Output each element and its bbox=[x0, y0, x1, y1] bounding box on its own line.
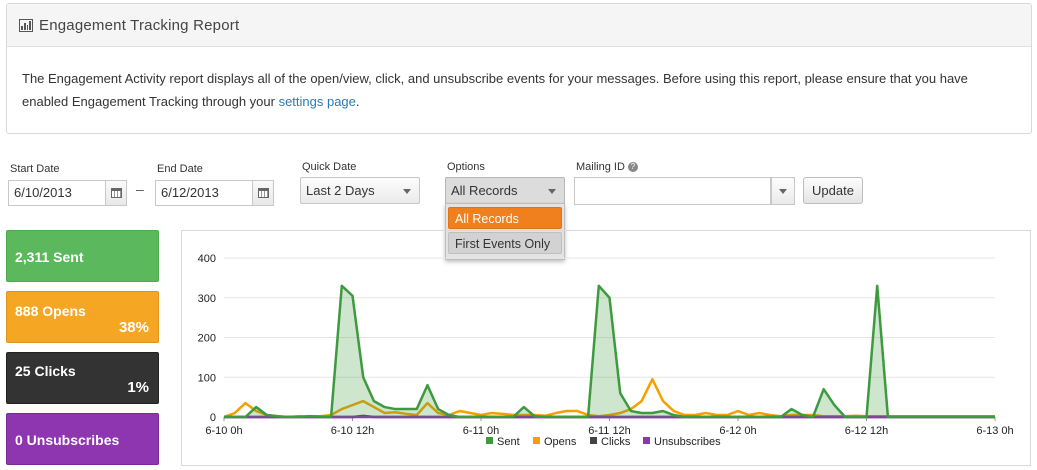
quick-date-value: Last 2 Days bbox=[306, 183, 375, 198]
stat-unsubscribes: 0 Unsubscribes bbox=[6, 413, 159, 465]
legend-label-sent: Sent bbox=[497, 436, 520, 448]
y-tick-label: 200 bbox=[198, 333, 216, 345]
chart-svg: 01002003004006-10 0h 6-10 12h 6-11 0h 6-11 … bbox=[198, 253, 1014, 448]
calendar-icon bbox=[257, 188, 269, 198]
legend-label-clicks: Clicks bbox=[601, 436, 631, 448]
panel-header: Engagement Tracking Report bbox=[7, 4, 1031, 47]
quick-date-select[interactable]: Last 2 Days bbox=[300, 177, 420, 204]
stat-opens-percent: 38% bbox=[118, 319, 149, 336]
x-tick-label: 6-10 0h bbox=[205, 425, 242, 437]
start-date-input[interactable]: 6/10/2013 bbox=[8, 180, 106, 206]
mailing-id-dropdown-button[interactable] bbox=[771, 177, 795, 205]
start-date-label: Start Date bbox=[10, 163, 60, 175]
stat-clicks-label: 25 Clicks bbox=[15, 363, 76, 379]
y-tick-label: 400 bbox=[198, 253, 216, 265]
quick-date-label: Quick Date bbox=[302, 161, 357, 173]
stat-sent: 2,311 Sent bbox=[6, 230, 159, 282]
legend-swatch-sent bbox=[486, 437, 493, 444]
x-tick-label: 6-10 12h bbox=[331, 425, 374, 437]
chevron-down-icon bbox=[779, 189, 787, 194]
options-value: All Records bbox=[451, 183, 518, 198]
report-panel: Engagement Tracking Report The Engagemen… bbox=[6, 3, 1032, 134]
date-separator: – bbox=[136, 181, 144, 197]
chevron-down-icon bbox=[403, 189, 411, 194]
mailing-id-label-text: Mailing ID bbox=[576, 161, 625, 173]
end-date-input[interactable]: 6/12/2013 bbox=[155, 180, 253, 206]
legend-swatch-clicks bbox=[590, 437, 597, 444]
start-date-calendar-button[interactable] bbox=[105, 180, 127, 206]
x-tick-label: 6-11 0h bbox=[463, 425, 500, 437]
legend-label-unsubscribes: Unsubscribes bbox=[654, 436, 721, 448]
options-select[interactable]: All Records bbox=[445, 177, 565, 204]
stat-clicks-percent: 1% bbox=[127, 379, 149, 396]
x-tick-label: 6-12 0h bbox=[719, 425, 756, 437]
mailing-id-input[interactable] bbox=[574, 177, 771, 205]
stat-sent-label: 2,311 Sent bbox=[15, 249, 84, 265]
help-icon[interactable]: ? bbox=[627, 162, 638, 172]
x-tick-label: 6-13 0h bbox=[976, 425, 1013, 437]
options-label: Options bbox=[447, 161, 485, 173]
mailing-id-label: Mailing ID? bbox=[576, 161, 638, 173]
x-tick-label: 6-12 12h bbox=[845, 425, 888, 437]
description-text: The Engagement Activity report displays … bbox=[22, 71, 968, 109]
end-date-label: End Date bbox=[157, 163, 203, 175]
report-description: The Engagement Activity report displays … bbox=[7, 47, 1031, 113]
y-tick-label: 0 bbox=[210, 412, 216, 424]
stat-unsubscribes-label: 0 Unsubscribes bbox=[15, 432, 120, 448]
legend-swatch-opens bbox=[533, 437, 540, 444]
page-title: Engagement Tracking Report bbox=[39, 16, 240, 34]
settings-page-link[interactable]: settings page bbox=[279, 94, 356, 109]
stat-clicks: 25 Clicks 1% bbox=[6, 352, 159, 404]
update-button[interactable]: Update bbox=[803, 177, 863, 204]
y-tick-label: 100 bbox=[198, 372, 216, 384]
stat-opens: 888 Opens 38% bbox=[6, 291, 159, 343]
legend-label-opens: Opens bbox=[544, 436, 577, 448]
description-end: . bbox=[355, 94, 360, 109]
bar-chart-icon bbox=[19, 18, 33, 32]
chevron-down-icon bbox=[548, 189, 556, 194]
calendar-icon bbox=[110, 188, 122, 198]
legend-swatch-unsubscribes bbox=[643, 437, 650, 444]
end-date-calendar-button[interactable] bbox=[252, 180, 274, 206]
stat-opens-label: 888 Opens bbox=[15, 303, 86, 319]
y-tick-label: 300 bbox=[198, 293, 216, 305]
option-all-records[interactable]: All Records bbox=[448, 207, 562, 229]
engagement-chart: 0 100 200 300 400 6-10 0h 6-10 12h 6-11 0h 6-11 … bbox=[181, 230, 1031, 466]
